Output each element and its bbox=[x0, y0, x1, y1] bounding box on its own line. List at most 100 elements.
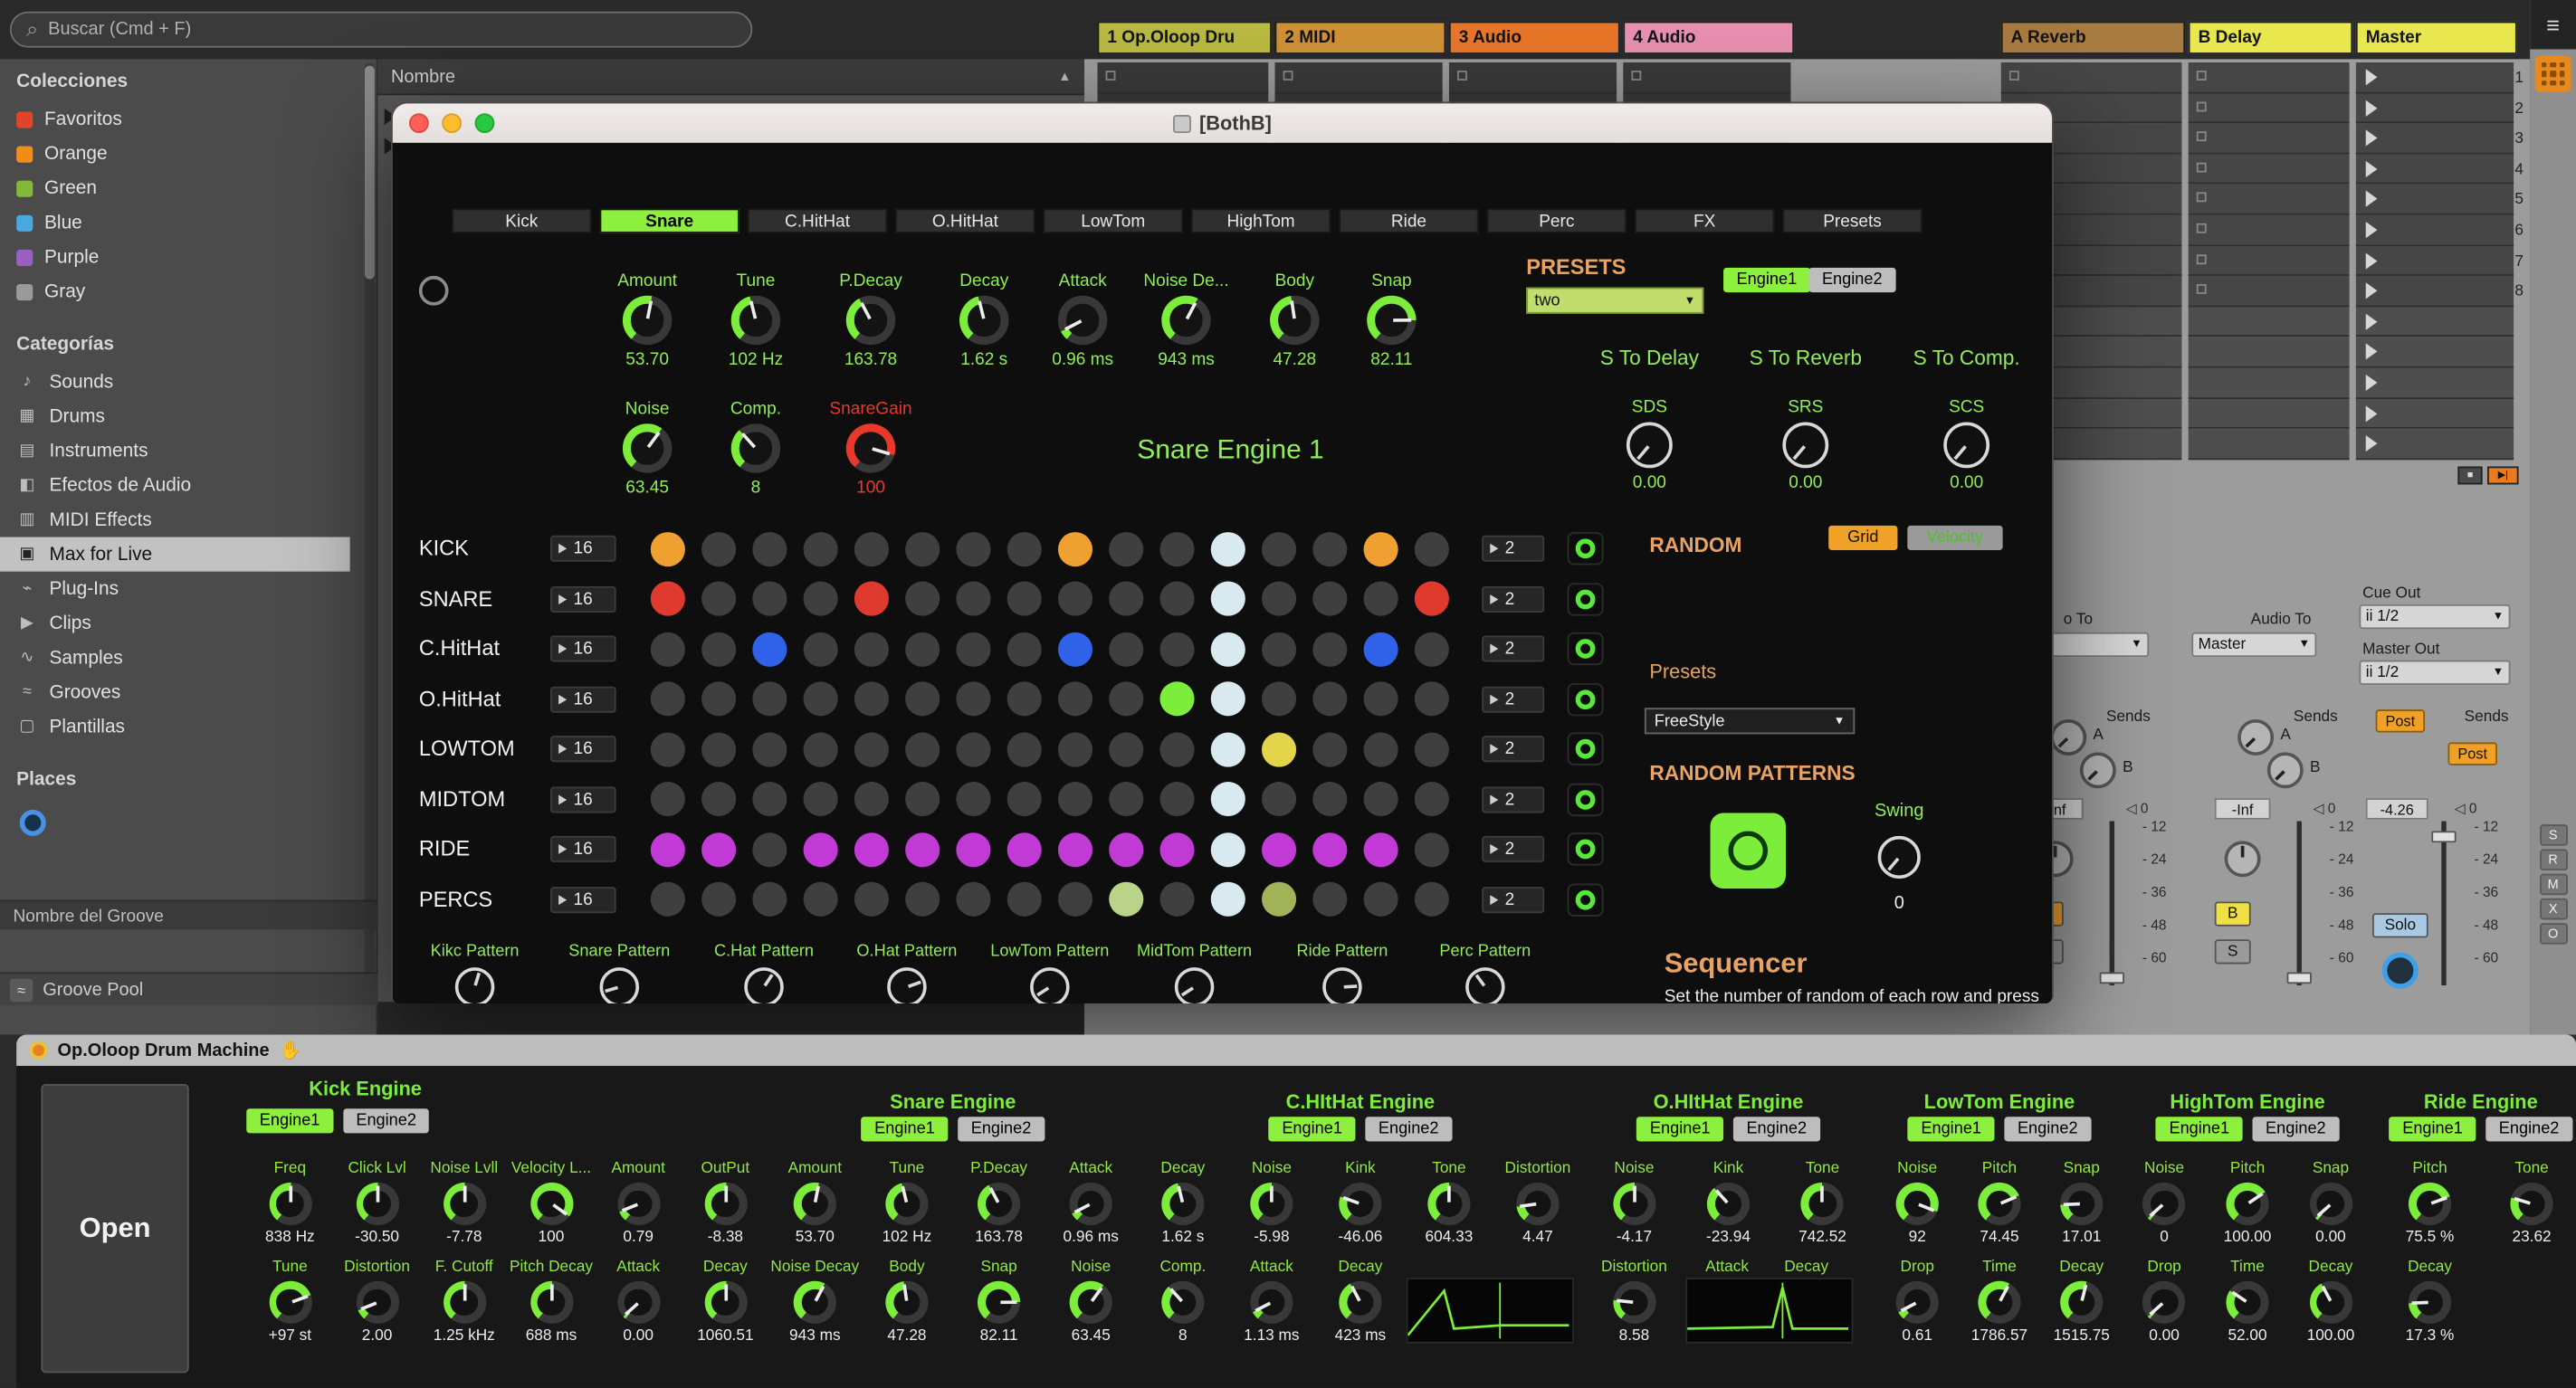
step-2[interactable] bbox=[701, 582, 736, 616]
cue-out-dropdown[interactable]: ii 1/2▼ bbox=[2359, 604, 2510, 629]
engine2-button[interactable]: Engine2 bbox=[1733, 1117, 1820, 1141]
tab-kick[interactable]: Kick bbox=[452, 209, 591, 233]
noise-knob[interactable] bbox=[1070, 1281, 1112, 1324]
amount-knob[interactable] bbox=[617, 1183, 660, 1225]
step-2[interactable] bbox=[701, 732, 736, 766]
step-14[interactable] bbox=[1312, 832, 1347, 866]
step-6[interactable] bbox=[905, 882, 940, 917]
snaregain-knob[interactable] bbox=[846, 423, 895, 472]
step-12[interactable] bbox=[1211, 681, 1245, 716]
drop-knob[interactable] bbox=[1896, 1281, 1939, 1324]
row-enable-toggle[interactable] bbox=[1568, 582, 1604, 614]
distortion-knob[interactable] bbox=[1516, 1183, 1559, 1225]
sidebar-category-item[interactable]: ▤Instruments bbox=[16, 433, 353, 468]
step-8[interactable] bbox=[1007, 882, 1042, 917]
step-6[interactable] bbox=[905, 782, 940, 816]
step-14[interactable] bbox=[1312, 632, 1347, 666]
tab-ride[interactable]: Ride bbox=[1339, 209, 1478, 233]
step-15[interactable] bbox=[1364, 531, 1398, 566]
distortion-knob[interactable] bbox=[356, 1281, 398, 1324]
row-enable-toggle[interactable] bbox=[1568, 832, 1604, 865]
sidebar-category-item[interactable]: ▥MIDI Effects bbox=[16, 502, 353, 537]
step-8[interactable] bbox=[1007, 531, 1042, 566]
session-grid-icon[interactable] bbox=[2535, 56, 2571, 92]
step-14[interactable] bbox=[1312, 782, 1347, 816]
step-12[interactable] bbox=[1211, 882, 1245, 917]
sidebar-category-item[interactable]: ⌁Plug-Ins bbox=[16, 572, 353, 606]
step-13[interactable] bbox=[1262, 582, 1296, 616]
step-9[interactable] bbox=[1058, 582, 1092, 616]
noise-knob[interactable] bbox=[1613, 1183, 1655, 1225]
step-15[interactable] bbox=[1364, 632, 1398, 666]
solo-cue-button[interactable]: Solo bbox=[2372, 913, 2428, 937]
step-3[interactable] bbox=[752, 632, 787, 666]
pattern-preset-dropdown[interactable]: FreeStyle ▼ bbox=[1645, 708, 1855, 734]
step-count-box[interactable]: 16 bbox=[550, 786, 616, 813]
engine1-button[interactable]: Engine1 bbox=[2156, 1117, 2243, 1141]
step-5[interactable] bbox=[854, 882, 889, 917]
step-10[interactable] bbox=[1109, 832, 1143, 866]
mixer-section-toggle[interactable]: M bbox=[2539, 874, 2567, 896]
step-15[interactable] bbox=[1364, 681, 1398, 716]
step-count-box[interactable]: 16 bbox=[550, 736, 616, 762]
engine2-button[interactable]: Engine2 bbox=[2485, 1117, 2572, 1141]
step-count-box[interactable]: 16 bbox=[550, 686, 616, 712]
step-13[interactable] bbox=[1262, 632, 1296, 666]
step-11[interactable] bbox=[1159, 882, 1194, 917]
midtom-pattern-knob[interactable] bbox=[1175, 967, 1215, 1003]
volume-value[interactable]: -Inf bbox=[2215, 798, 2271, 820]
step-9[interactable] bbox=[1058, 832, 1092, 866]
step-13[interactable] bbox=[1262, 782, 1296, 816]
menu-icon[interactable]: ≡ bbox=[2530, 0, 2576, 49]
noise-knob[interactable] bbox=[2142, 1183, 2185, 1225]
step-9[interactable] bbox=[1058, 681, 1092, 716]
step-1[interactable] bbox=[651, 531, 685, 566]
freq-knob[interactable] bbox=[269, 1183, 311, 1225]
step-15[interactable] bbox=[1364, 582, 1398, 616]
f-cutoff-knob[interactable] bbox=[443, 1281, 485, 1324]
attack-knob[interactable] bbox=[1058, 296, 1107, 345]
decay-knob[interactable] bbox=[1161, 1183, 1204, 1225]
velocity-l--knob[interactable] bbox=[530, 1183, 572, 1225]
step-9[interactable] bbox=[1058, 531, 1092, 566]
tone-knob[interactable] bbox=[1427, 1183, 1470, 1225]
audio-to-dropdown[interactable]: Master▼ bbox=[2191, 632, 2316, 657]
master-fader-handle[interactable] bbox=[2431, 831, 2456, 842]
step-11[interactable] bbox=[1159, 632, 1194, 666]
swing-knob[interactable] bbox=[1878, 836, 1921, 879]
sidebar-collection-item[interactable]: Gray bbox=[16, 274, 353, 309]
mixer-section-toggle[interactable]: X bbox=[2539, 898, 2567, 920]
kikc-pattern-knob[interactable] bbox=[455, 967, 495, 1003]
sidebar-collection-item[interactable]: Favoritos bbox=[16, 102, 353, 137]
sds-knob[interactable] bbox=[1627, 422, 1673, 468]
step-3[interactable] bbox=[752, 732, 787, 766]
step-9[interactable] bbox=[1058, 732, 1092, 766]
noise-lvll-knob[interactable] bbox=[443, 1183, 485, 1225]
send-a-knob[interactable] bbox=[2050, 719, 2086, 756]
kink-knob[interactable] bbox=[1339, 1183, 1381, 1225]
step-11[interactable] bbox=[1159, 582, 1194, 616]
pitch-knob[interactable] bbox=[1978, 1183, 2020, 1225]
crossfade-assign-button[interactable]: B bbox=[2215, 901, 2251, 926]
step-count-box[interactable]: 16 bbox=[550, 836, 616, 862]
step-7[interactable] bbox=[956, 582, 990, 616]
sidebar-collection-item[interactable]: Blue bbox=[16, 205, 353, 240]
post-button[interactable]: Post bbox=[2376, 709, 2425, 732]
engine1-button[interactable]: Engine1 bbox=[246, 1108, 333, 1133]
mixer-section-toggle[interactable]: O bbox=[2539, 923, 2567, 945]
step-10[interactable] bbox=[1109, 882, 1143, 917]
step-16[interactable] bbox=[1415, 582, 1449, 616]
row-end-count-box[interactable]: 2 bbox=[1482, 585, 1544, 612]
step-5[interactable] bbox=[854, 531, 889, 566]
sidebar-category-item[interactable]: ▣Max for Live bbox=[0, 537, 350, 572]
step-16[interactable] bbox=[1415, 681, 1449, 716]
step-16[interactable] bbox=[1415, 732, 1449, 766]
engine2-button[interactable]: Engine2 bbox=[1365, 1117, 1452, 1141]
sidebar-category-item[interactable]: ▶Clips bbox=[16, 606, 353, 641]
tab-lowtom[interactable]: LowTom bbox=[1044, 209, 1183, 233]
master-fader[interactable] bbox=[2441, 822, 2446, 986]
step-7[interactable] bbox=[956, 732, 990, 766]
volume-fader[interactable] bbox=[2110, 822, 2114, 986]
step-count-box[interactable]: 16 bbox=[550, 886, 616, 912]
step-11[interactable] bbox=[1159, 732, 1194, 766]
